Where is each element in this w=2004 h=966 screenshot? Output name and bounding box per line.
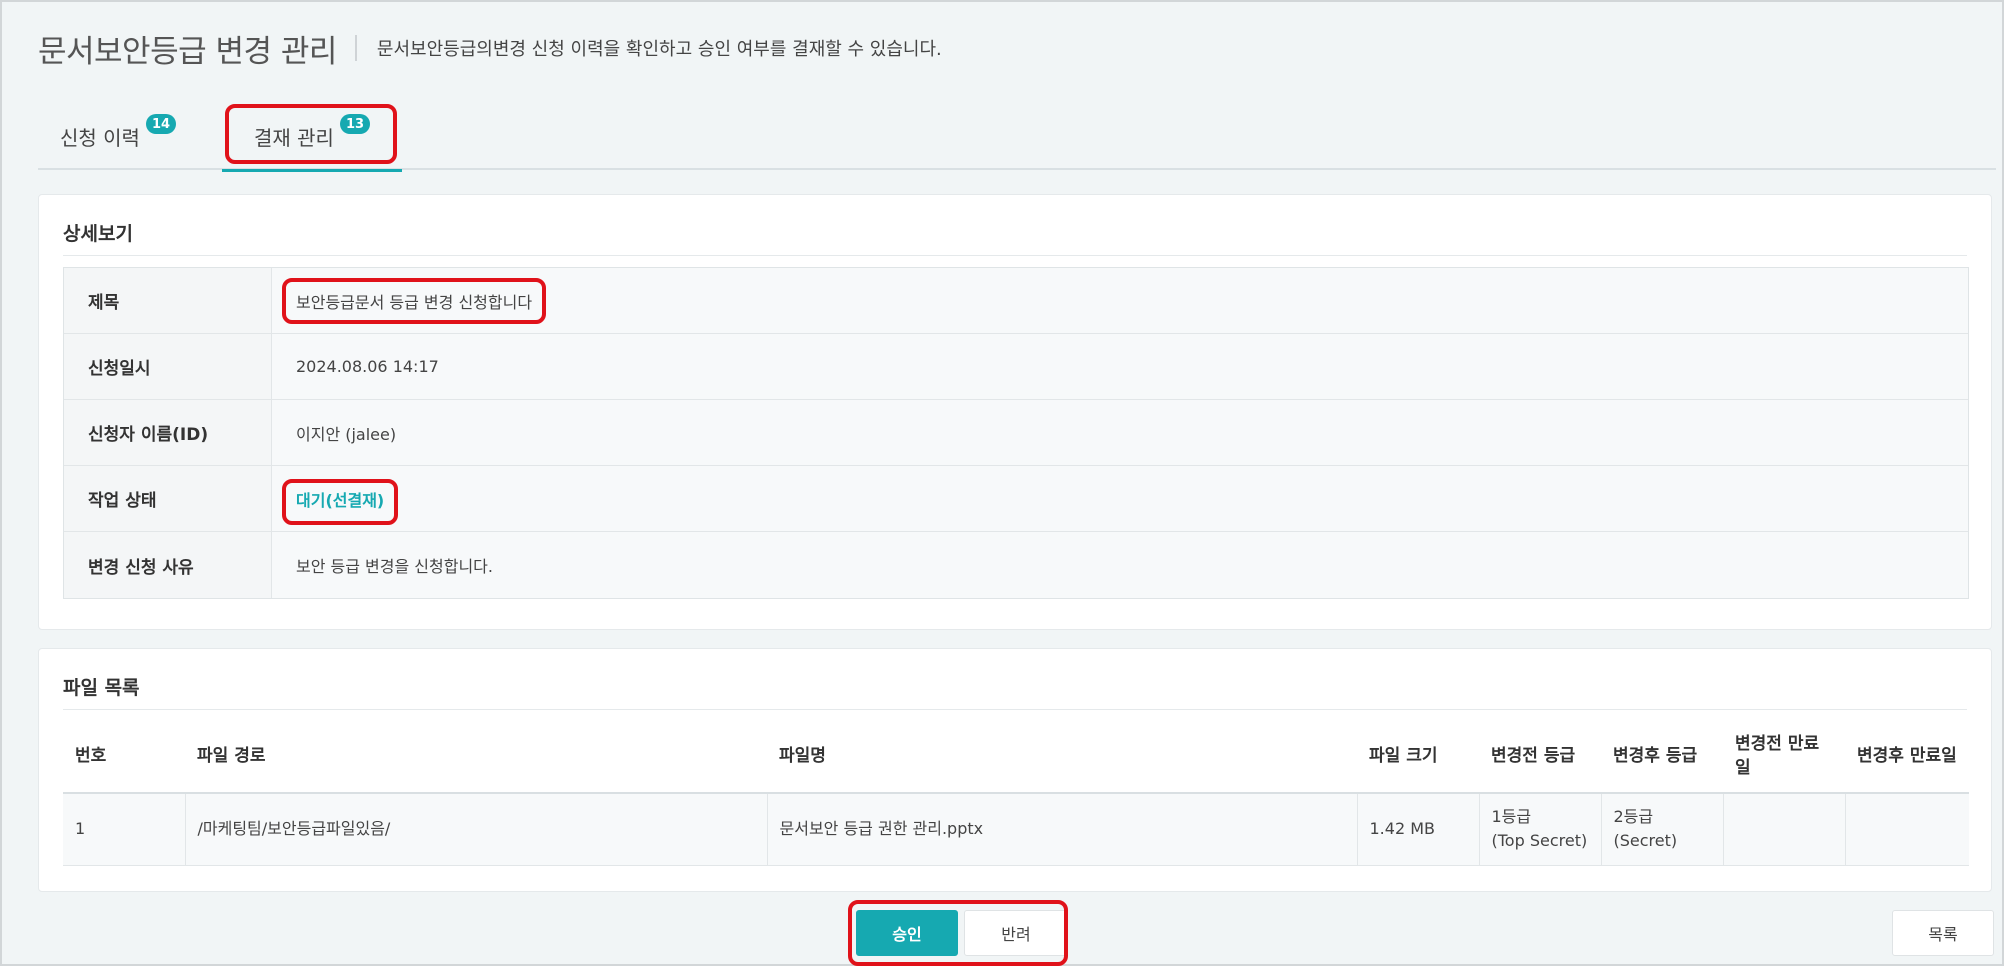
file-table: 번호 파일 경로 파일명 파일 크기 변경전 등급 변경후 등급 변경전 만료일… [63,721,1969,866]
column-header-no: 번호 [63,721,185,794]
divider [63,709,1967,710]
cell-name: 문서보안 등급 권한 관리.pptx [767,793,1358,866]
tab-approval-management[interactable]: 결재 관리 13 [222,102,402,172]
approve-button[interactable]: 승인 [856,910,958,956]
table-header-row: 번호 파일 경로 파일명 파일 크기 변경전 등급 변경후 등급 변경전 만료일… [63,721,1969,794]
cell-after-grade: 2등급 (Secret) [1601,793,1724,866]
tab-label: 신청 이력 [59,125,140,150]
detail-label: 신청자 이름(ID) [64,400,272,465]
detail-label: 신청일시 [64,334,272,399]
page-description: 문서보안등급의변경 신청 이력을 확인하고 승인 여부를 결재할 수 있습니다. [376,39,942,60]
page-frame: 문서보안등급 변경 관리 문서보안등급의변경 신청 이력을 확인하고 승인 여부… [0,0,2004,966]
grade-text: 1등급 [1491,807,1532,827]
divider [63,255,1967,256]
detail-table: 제목 보안등급문서 등급 변경 신청합니다 신청일시 2024.08.06 14… [63,267,1969,599]
cell-path: /마케팅팀/보안등급파일있음/ [185,793,768,866]
table-row: 1 /마케팅팀/보안등급파일있음/ 문서보안 등급 권한 관리.pptx 1.4… [63,793,1969,866]
detail-value-title: 보안등급문서 등급 변경 신청합니다 [272,268,1968,333]
tab-application-history[interactable]: 신청 이력 14 [38,102,198,170]
cell-size: 1.42 MB [1357,793,1480,866]
detail-row-applicant: 신청자 이름(ID) 이지안 (jalee) [64,400,1968,466]
detail-row-date: 신청일시 2024.08.06 14:17 [64,334,1968,400]
detail-value-reason: 보안 등급 변경을 신청합니다. [272,532,1968,598]
column-header-name: 파일명 [767,721,1357,794]
cell-before-expire [1723,793,1846,866]
title-divider [354,35,357,61]
column-header-before-expire: 변경전 만료일 [1723,721,1845,794]
detail-value-date: 2024.08.06 14:17 [272,334,1968,399]
detail-row-reason: 변경 신청 사유 보안 등급 변경을 신청합니다. [64,532,1968,598]
grade-subtext: (Top Secret) [1491,831,1588,851]
detail-row-title: 제목 보안등급문서 등급 변경 신청합니다 [64,268,1968,334]
count-badge: 13 [339,114,371,134]
column-header-size: 파일 크기 [1357,721,1479,794]
reject-button[interactable]: 반려 [964,910,1068,956]
detail-label: 제목 [64,268,272,333]
detail-panel-title: 상세보기 [63,223,133,245]
tab-label: 결재 관리 [253,125,334,150]
list-button[interactable]: 목록 [1892,910,1994,956]
column-header-after-expire: 변경후 만료일 [1845,721,1969,794]
file-list-title: 파일 목록 [63,677,140,699]
file-list-panel: 파일 목록 번호 파일 경로 파일명 파일 크기 변경전 등급 변경후 등급 변… [38,648,1992,892]
detail-label: 변경 신청 사유 [64,532,272,598]
status-badge: 대기(선결재) [296,490,385,510]
column-header-before-grade: 변경전 등급 [1479,721,1601,794]
cell-no: 1 [63,793,186,866]
tab-bar: 신청 이력 14 결재 관리 13 [38,102,1996,172]
column-header-after-grade: 변경후 등급 [1601,721,1723,794]
detail-value-applicant: 이지안 (jalee) [272,400,1968,465]
detail-row-status: 작업 상태 대기(선결재) [64,466,1968,532]
grade-subtext: (Secret) [1613,831,1678,851]
detail-value-status: 대기(선결재) [272,466,1968,531]
cell-before-grade: 1등급 (Top Secret) [1479,793,1602,866]
detail-label: 작업 상태 [64,466,272,531]
count-badge: 14 [145,114,177,134]
cell-after-expire [1845,793,1969,866]
detail-panel: 상세보기 제목 보안등급문서 등급 변경 신청합니다 신청일시 2024.08.… [38,194,1992,630]
page-header: 문서보안등급 변경 관리 문서보안등급의변경 신청 이력을 확인하고 승인 여부… [38,26,942,70]
column-header-path: 파일 경로 [185,721,767,794]
grade-text: 2등급 [1613,807,1654,827]
page-title: 문서보안등급 변경 관리 [38,33,337,70]
